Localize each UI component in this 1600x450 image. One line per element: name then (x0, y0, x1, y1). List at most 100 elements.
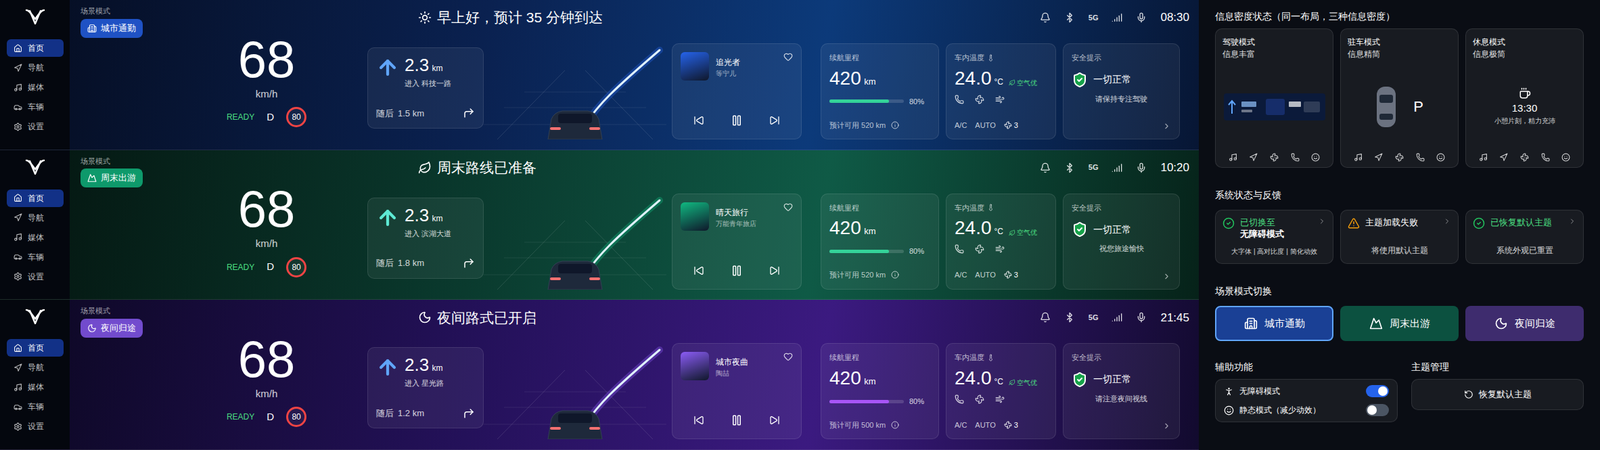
next-icon[interactable] (769, 414, 781, 426)
sidebar-item[interactable]: 首页 (6, 338, 64, 357)
previous-icon[interactable] (693, 265, 705, 277)
scene-badge[interactable]: 夜间归途 (80, 318, 143, 338)
media-card[interactable]: 晴天旅行万能青年旅店 (671, 193, 802, 290)
section-title: 主题管理 (1411, 359, 1584, 374)
climate-card[interactable]: 车内温度24.0°C空气优A/CAUTO3 (945, 43, 1057, 140)
sidebar-item[interactable]: 设置 (6, 417, 64, 436)
range-card[interactable]: 续航里程420 km80%预计可用 520 km (820, 193, 940, 290)
mic-icon[interactable] (1135, 162, 1147, 174)
check-icon (1472, 217, 1485, 230)
safety-card[interactable]: 安全提示一切正常祝您旅途愉快 (1062, 193, 1180, 290)
scene-badge[interactable]: 周末出游 (80, 168, 143, 188)
info-icon[interactable] (890, 121, 900, 130)
density-card[interactable]: 休息模式信息极简13:30小憩片刻，精力充沛 (1465, 28, 1584, 168)
sidebar-item[interactable]: 首页 (6, 189, 64, 208)
previous-icon[interactable] (693, 414, 705, 426)
chevron-right-icon[interactable] (1443, 217, 1452, 226)
nav-card[interactable]: 2.3 km进入 星光路随后1.2 km (367, 347, 484, 429)
previous-icon[interactable] (693, 115, 705, 126)
fan-level[interactable]: 3 (1003, 269, 1019, 281)
pause-icon[interactable] (730, 114, 743, 127)
like-icon[interactable] (783, 351, 793, 362)
restore-theme-button[interactable]: 恢复默认主题 (1411, 378, 1584, 410)
sidebar-item[interactable]: 首页 (6, 39, 64, 57)
toggle-switch[interactable] (1365, 403, 1389, 417)
like-icon[interactable] (783, 202, 793, 212)
wind-icon[interactable] (995, 244, 1005, 254)
phone-icon[interactable] (954, 394, 965, 404)
toggle-switch[interactable] (1365, 384, 1389, 398)
phone-icon[interactable] (954, 244, 965, 254)
wind-icon[interactable] (995, 94, 1005, 105)
phone-icon[interactable] (954, 94, 965, 105)
sidebar-item[interactable]: 导航 (6, 209, 64, 227)
bluetooth-icon[interactable] (1064, 311, 1076, 323)
fan-level[interactable]: 3 (1003, 119, 1019, 132)
climate-card[interactable]: 车内温度24.0°C空气优A/CAUTO3 (945, 193, 1057, 290)
media-card[interactable]: 追光者等宁儿 (671, 43, 802, 140)
mic-icon[interactable] (1135, 12, 1147, 24)
next-icon[interactable] (769, 115, 781, 126)
bell-icon[interactable] (1039, 311, 1051, 323)
scene-button[interactable]: 周末出游 (1340, 305, 1459, 341)
climate-mode[interactable]: AUTO (974, 119, 996, 132)
chevron-right-icon[interactable] (1162, 271, 1172, 281)
scene-badge[interactable]: 城市通勤 (80, 18, 143, 38)
density-card[interactable]: 驾驶模式信息丰富 (1215, 28, 1334, 168)
pause-icon[interactable] (730, 264, 743, 277)
climate-card[interactable]: 车内温度24.0°C空气优A/CAUTO3 (945, 343, 1057, 440)
feedback-card[interactable]: 已恢复默认主题系统外观已重置 (1465, 209, 1584, 264)
fan-level[interactable]: 3 (1003, 419, 1019, 431)
scene-button[interactable]: 城市通勤 (1215, 305, 1334, 341)
range-label: 续航里程 (829, 351, 931, 364)
road-scene-icon (483, 43, 667, 140)
mic-icon[interactable] (1135, 311, 1147, 323)
sidebar-item[interactable]: 车辆 (6, 248, 64, 266)
bell-icon[interactable] (1039, 162, 1051, 174)
next-icon[interactable] (769, 265, 781, 277)
bluetooth-icon[interactable] (1064, 162, 1076, 174)
nav-card[interactable]: 2.3 km进入 滨湖大道随后1.8 km (367, 197, 484, 279)
sidebar-item[interactable]: 设置 (6, 117, 64, 136)
sidebar-item[interactable]: 媒体 (6, 228, 64, 247)
chevron-right-icon[interactable] (1317, 217, 1327, 226)
like-icon[interactable] (783, 52, 793, 62)
air-quality: 空气优 (1008, 377, 1038, 388)
feedback-card[interactable]: 主题加载失败将使用默认主题 (1340, 209, 1459, 264)
sidebar-item[interactable]: 媒体 (6, 378, 64, 396)
density-card[interactable]: 驻车模式信息精简P (1340, 28, 1459, 168)
sidebar-item[interactable]: 媒体 (6, 78, 64, 97)
safety-card[interactable]: 安全提示一切正常请保持专注驾驶 (1062, 43, 1180, 140)
sidebar-item[interactable]: 车辆 (6, 98, 64, 116)
info-icon[interactable] (890, 270, 900, 279)
fan-icon[interactable] (974, 394, 985, 404)
feedback-card[interactable]: 已切换至无障碍模式大字体 | 高对比度 | 简化动效 (1215, 209, 1334, 264)
range-card[interactable]: 续航里程420 km80%预计可用 520 km (820, 43, 940, 140)
climate-mode[interactable]: AUTO (974, 269, 996, 281)
nav-card[interactable]: 2.3 km进入 科技一路随后1.5 km (367, 47, 484, 129)
sidebar-item[interactable]: 导航 (6, 358, 64, 377)
wind-icon[interactable] (995, 394, 1005, 404)
range-card[interactable]: 续航里程420 km80%预计可用 500 km (820, 343, 940, 440)
fan-icon[interactable] (974, 94, 985, 105)
chevron-right-icon[interactable] (1162, 421, 1172, 431)
fan-icon[interactable] (974, 244, 985, 254)
info-icon[interactable] (890, 420, 900, 429)
sidebar-item[interactable]: 导航 (6, 58, 64, 77)
chevron-right-icon[interactable] (1162, 121, 1172, 131)
ac-label[interactable]: A/C (954, 119, 967, 132)
media-card[interactable]: 城市夜曲陶喆 (671, 343, 802, 440)
climate-mode[interactable]: AUTO (974, 419, 996, 431)
safety-card[interactable]: 安全提示一切正常请注意夜间视线 (1062, 343, 1180, 440)
bell-icon[interactable] (1039, 12, 1051, 24)
nav-item-icon (13, 122, 23, 132)
sidebar-item[interactable]: 设置 (6, 267, 64, 286)
ac-label[interactable]: A/C (954, 269, 967, 281)
sidebar-item[interactable]: 车辆 (6, 397, 64, 416)
ac-label[interactable]: A/C (954, 419, 967, 431)
pause-icon[interactable] (730, 414, 743, 427)
bluetooth-icon[interactable] (1064, 12, 1076, 24)
chevron-right-icon[interactable] (1568, 217, 1577, 226)
assist-row: 无障碍模式 (1223, 384, 1389, 398)
scene-button[interactable]: 夜间归途 (1465, 305, 1584, 341)
